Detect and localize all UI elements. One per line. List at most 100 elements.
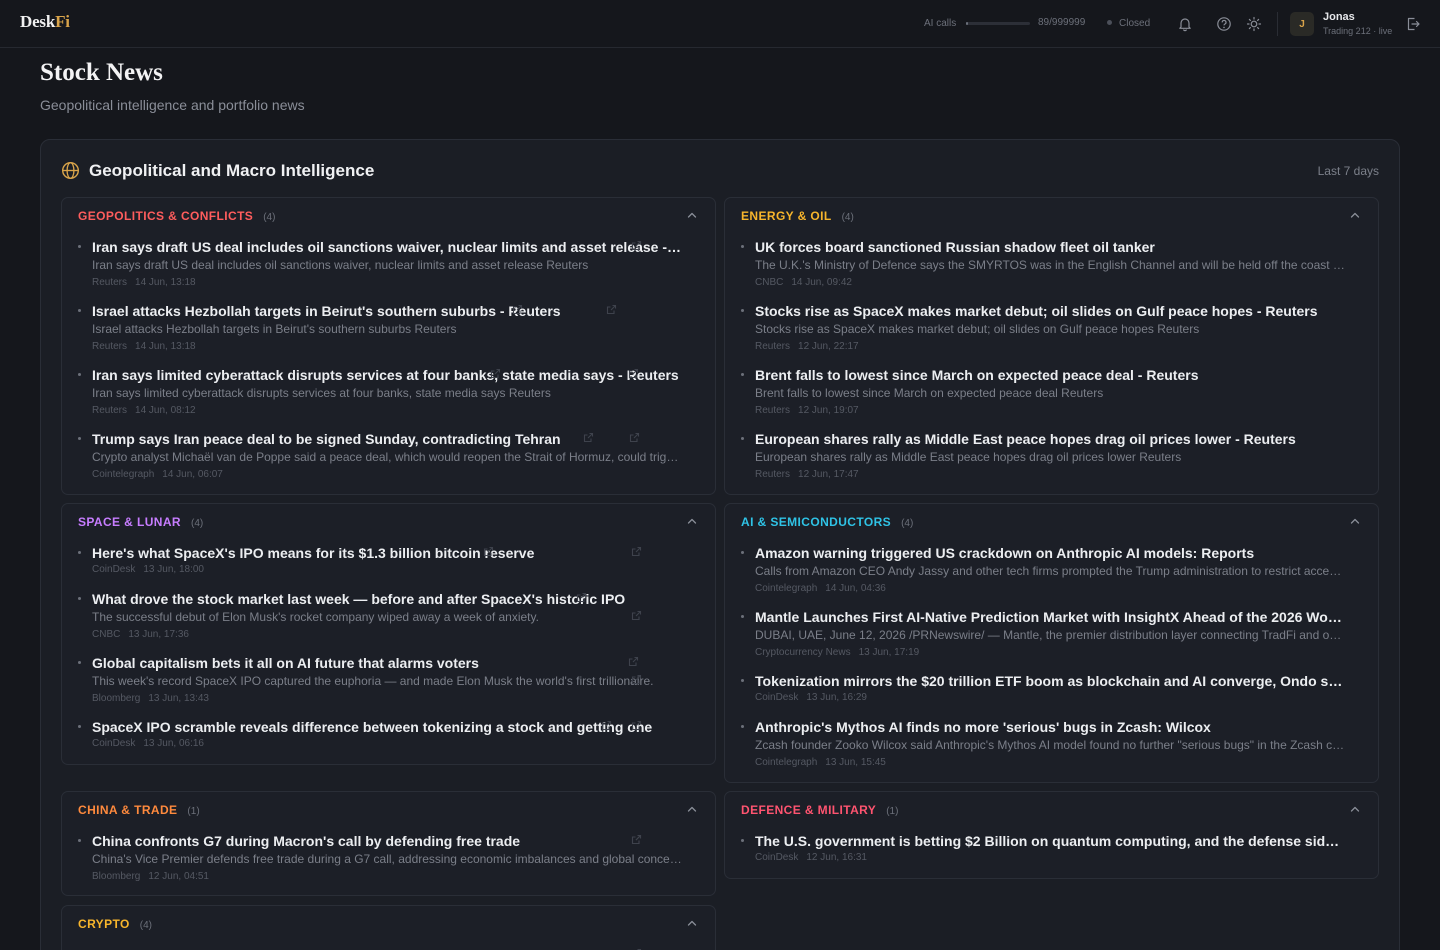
globe-icon: [61, 161, 80, 180]
external-link-icon[interactable]: [490, 368, 501, 379]
bullet: [78, 661, 81, 664]
section-header[interactable]: GEOPOLITICS & CONFLICTS (4): [78, 209, 275, 223]
news-source: Cointelegraph: [92, 469, 155, 480]
help-icon[interactable]: [1216, 16, 1232, 32]
news-headline[interactable]: China confronts G7 during Macron's call …: [92, 832, 520, 850]
bullet: [741, 615, 744, 618]
section-china: CHINA & TRADE (1) China confronts G7 durin…: [61, 791, 716, 896]
news-meta: Reuters 12 Jun, 22:17: [755, 341, 859, 352]
external-link-icon[interactable]: [483, 546, 494, 557]
news-headline[interactable]: Iran says limited cyberattack disrupts s…: [92, 366, 679, 384]
news-summary: This week's record SpaceX IPO captured t…: [92, 674, 654, 688]
chevron-up-icon[interactable]: [1350, 517, 1360, 525]
market-status-label: Closed: [1119, 18, 1151, 29]
bullet: [78, 839, 81, 842]
news-headline[interactable]: Wall Street and crypto are crashing into…: [92, 946, 682, 950]
news-source: Reuters: [755, 341, 791, 352]
news-summary: DUBAI, UAE, June 12, 2026 /PRNewswire/ —…: [755, 628, 1345, 642]
news-headline[interactable]: Brent falls to lowest since March on exp…: [755, 366, 1198, 384]
news-headline[interactable]: SpaceX IPO scramble reveals difference b…: [92, 718, 652, 736]
news-headline[interactable]: Amazon warning triggered US crackdown on…: [755, 544, 1254, 562]
section-defence: DEFENCE & MILITARY (1) The U.S. government…: [631, 791, 1379, 879]
news-time: 14 Jun, 08:12: [135, 405, 196, 416]
external-link-icon[interactable]: [606, 304, 617, 315]
news-headline[interactable]: Anthropic's Mythos AI finds no more 'ser…: [755, 718, 1211, 736]
news-headline[interactable]: The U.S. government is betting $2 Billio…: [755, 832, 1345, 850]
news-headline[interactable]: Stocks rise as SpaceX makes market debut…: [755, 302, 1318, 320]
news-source: Reuters: [755, 469, 791, 480]
bullet: [741, 437, 744, 440]
news-headline[interactable]: UK forces board sanctioned Russian shado…: [755, 238, 1155, 256]
bell-icon[interactable]: [1177, 16, 1193, 32]
news-headline[interactable]: Israel attacks Hezbollah targets in Beir…: [92, 302, 561, 320]
bullet: [741, 725, 744, 728]
external-link-icon[interactable]: [631, 546, 642, 557]
section-header[interactable]: ENERGY & OIL (4): [741, 209, 854, 223]
chevron-up-icon[interactable]: [1350, 805, 1360, 813]
news-meta: CoinDesk 13 Jun, 16:29: [755, 692, 867, 703]
section-crypto: CRYPTO (4) Wall Street and crypto are cras…: [61, 905, 716, 950]
section-label: CRYPTO: [78, 917, 130, 931]
section-geo: GEOPOLITICS & CONFLICTS (4) Iran says draf…: [61, 197, 716, 495]
chevron-up-icon[interactable]: [687, 919, 697, 927]
chevron-up-icon[interactable]: [1350, 211, 1360, 219]
news-source: CNBC: [92, 629, 121, 640]
news-meta: Cointelegraph 14 Jun, 06:07: [92, 469, 223, 480]
section-header[interactable]: SPACE & LUNAR (4): [78, 515, 203, 529]
news-time: 13 Jun, 16:29: [806, 692, 867, 703]
section-count: (1): [187, 806, 200, 817]
section-header[interactable]: CRYPTO (4): [78, 917, 152, 931]
section-header[interactable]: CHINA & TRADE (1): [78, 803, 200, 817]
news-headline[interactable]: Iran says draft US deal includes oil san…: [92, 238, 682, 256]
bullet: [78, 551, 81, 554]
news-summary: Stocks rise as SpaceX makes market debut…: [755, 322, 1200, 336]
top-bar: DeskFi AI calls 89/999999 Closed J Jonas…: [0, 0, 1440, 48]
logout-icon[interactable]: [1405, 16, 1421, 32]
news-source: Bloomberg: [92, 693, 141, 704]
section-header[interactable]: AI & SEMICONDUCTORS (4): [741, 515, 913, 529]
chevron-up-icon[interactable]: [687, 805, 697, 813]
external-link-icon[interactable]: [628, 368, 639, 379]
news-summary: The U.K.'s Ministry of Defence says the …: [755, 258, 1345, 272]
external-link-icon[interactable]: [631, 720, 642, 731]
news-meta: Reuters 12 Jun, 19:07: [755, 405, 859, 416]
section-header[interactable]: DEFENCE & MILITARY (1): [741, 803, 898, 817]
chevron-up-icon[interactable]: [687, 517, 697, 525]
external-link-icon[interactable]: [583, 432, 594, 443]
external-link-icon[interactable]: [628, 656, 639, 667]
date-range[interactable]: Last 7 days: [1318, 164, 1379, 178]
external-link-icon[interactable]: [601, 720, 612, 731]
sun-icon[interactable]: [1246, 16, 1262, 32]
news-source: Reuters: [755, 405, 791, 416]
news-headline[interactable]: Tokenization mirrors the $20 trillion ET…: [755, 672, 1345, 690]
bullet: [741, 551, 744, 554]
news-source: Cointelegraph: [755, 583, 818, 594]
news-time: 13 Jun, 06:16: [143, 738, 204, 749]
external-link-icon[interactable]: [631, 240, 642, 251]
external-link-icon[interactable]: [631, 834, 642, 845]
news-meta: CNBC 13 Jun, 17:36: [92, 629, 189, 640]
news-headline[interactable]: Trump says Iran peace deal to be signed …: [92, 430, 561, 448]
news-summary: Crypto analyst Michaël van de Poppe said…: [92, 450, 682, 464]
page-title: Stock News: [40, 59, 163, 86]
section-count: (1): [886, 806, 899, 817]
external-link-icon[interactable]: [629, 432, 640, 443]
news-time: 14 Jun, 06:07: [162, 469, 223, 480]
news-headline[interactable]: Global capitalism bets it all on AI futu…: [92, 654, 479, 672]
news-meta: Cointelegraph 13 Jun, 15:45: [755, 757, 886, 768]
news-meta: CoinDesk 13 Jun, 18:00: [92, 564, 204, 575]
news-headline[interactable]: Here's what SpaceX's IPO means for its $…: [92, 544, 534, 562]
external-link-icon[interactable]: [631, 674, 642, 685]
external-link-icon[interactable]: [631, 610, 642, 621]
external-link-icon[interactable]: [576, 592, 587, 603]
news-meta: CoinDesk 13 Jun, 06:16: [92, 738, 204, 749]
news-headline[interactable]: European shares rally as Middle East pea…: [755, 430, 1296, 448]
section-ai: AI & SEMICONDUCTORS (4) Amazon warning tri…: [631, 503, 1379, 783]
news-time: 13 Jun, 18:00: [143, 564, 204, 575]
news-headline[interactable]: What drove the stock market last week — …: [92, 590, 625, 608]
avatar[interactable]: J: [1290, 12, 1314, 36]
chevron-up-icon[interactable]: [687, 211, 697, 219]
external-link-icon[interactable]: [512, 304, 523, 315]
news-headline[interactable]: Mantle Launches First AI-Native Predicti…: [755, 608, 1345, 626]
app-logo[interactable]: DeskFi: [20, 12, 70, 32]
